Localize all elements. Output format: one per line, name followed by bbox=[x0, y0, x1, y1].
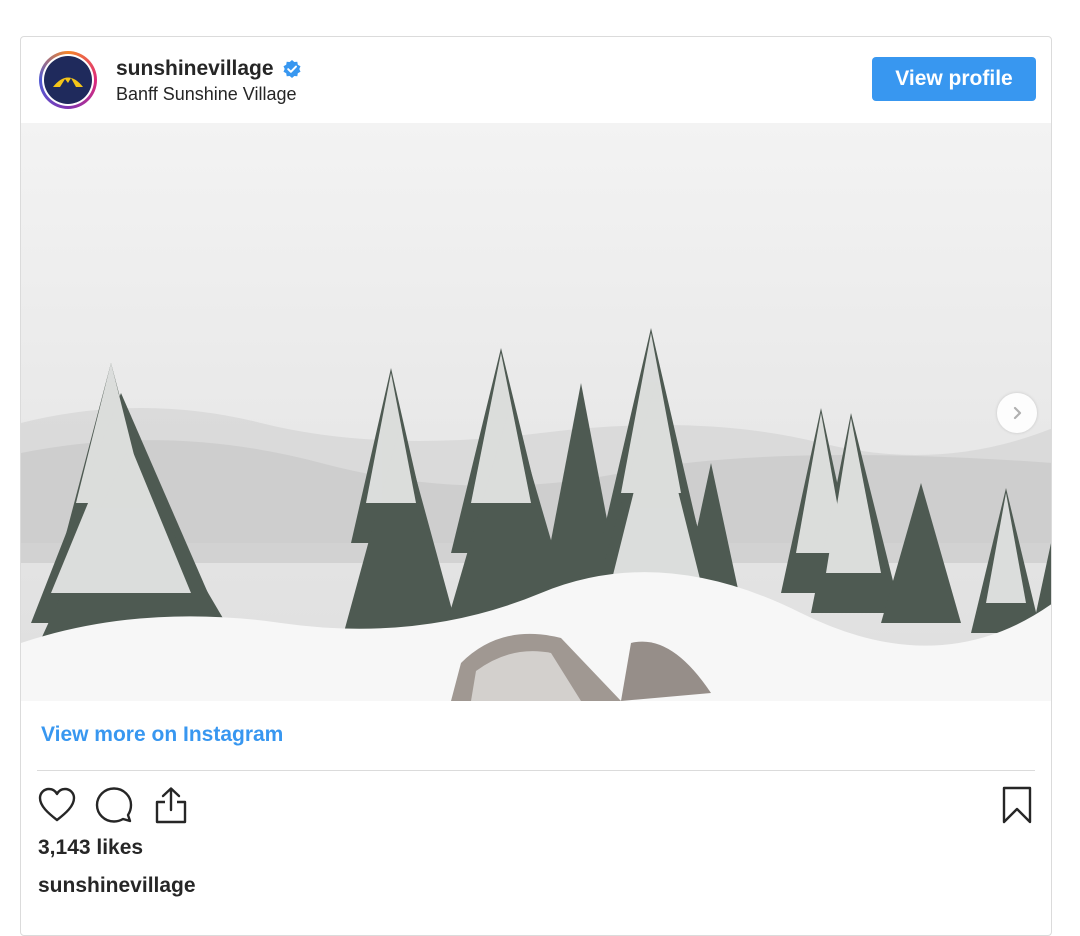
full-name: Banff Sunshine Village bbox=[116, 84, 297, 104]
username-link[interactable]: sunshinevillage bbox=[116, 57, 274, 81]
user-block: sunshinevillage Banff Sunshine Village bbox=[116, 57, 302, 105]
comment-icon bbox=[95, 787, 133, 823]
post-photo[interactable] bbox=[21, 123, 1051, 701]
post-header: sunshinevillage Banff Sunshine Village V… bbox=[21, 37, 1051, 123]
comment-button[interactable] bbox=[94, 785, 134, 825]
likes-count[interactable]: 3,143 likes bbox=[38, 836, 143, 860]
verified-badge-icon bbox=[282, 59, 302, 79]
view-more-link[interactable]: View more on Instagram bbox=[41, 723, 283, 747]
bookmark-icon bbox=[1002, 786, 1032, 824]
caption-username[interactable]: sunshinevillage bbox=[38, 874, 196, 898]
next-image-button[interactable] bbox=[997, 393, 1037, 433]
chevron-right-icon bbox=[1013, 406, 1022, 420]
save-button[interactable] bbox=[997, 785, 1037, 825]
share-icon bbox=[155, 787, 187, 824]
sunshine-village-logo bbox=[44, 56, 92, 104]
sun-logo-icon bbox=[53, 77, 83, 87]
snowy-forest-image bbox=[21, 123, 1051, 701]
share-button[interactable] bbox=[151, 785, 191, 825]
like-button[interactable] bbox=[37, 785, 77, 825]
divider bbox=[37, 770, 1035, 771]
view-profile-button[interactable]: View profile bbox=[872, 57, 1036, 101]
avatar[interactable] bbox=[39, 51, 97, 109]
heart-icon bbox=[38, 787, 76, 822]
action-bar bbox=[37, 785, 208, 825]
instagram-embed-card: sunshinevillage Banff Sunshine Village V… bbox=[20, 36, 1052, 936]
